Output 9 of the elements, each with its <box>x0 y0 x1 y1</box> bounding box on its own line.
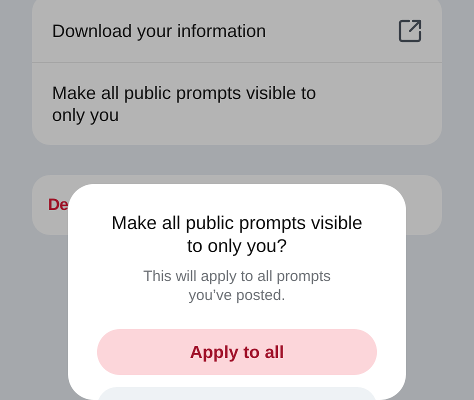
dialog-title: Make all public prompts visible to only you? <box>110 212 364 258</box>
settings-row[interactable]: Make all public prompts visible to only you <box>32 63 442 145</box>
row-label: Download your information <box>52 20 266 42</box>
apply-button[interactable]: Apply to all <box>97 329 377 376</box>
settings-row[interactable]: Download your information <box>32 0 442 63</box>
delete-label: De <box>48 194 68 216</box>
row-label: Make all public prompts visible to only you <box>52 82 318 126</box>
external-link-icon <box>398 19 422 43</box>
dialog-message: This will apply to all prompts you’ve posted. <box>142 267 332 306</box>
